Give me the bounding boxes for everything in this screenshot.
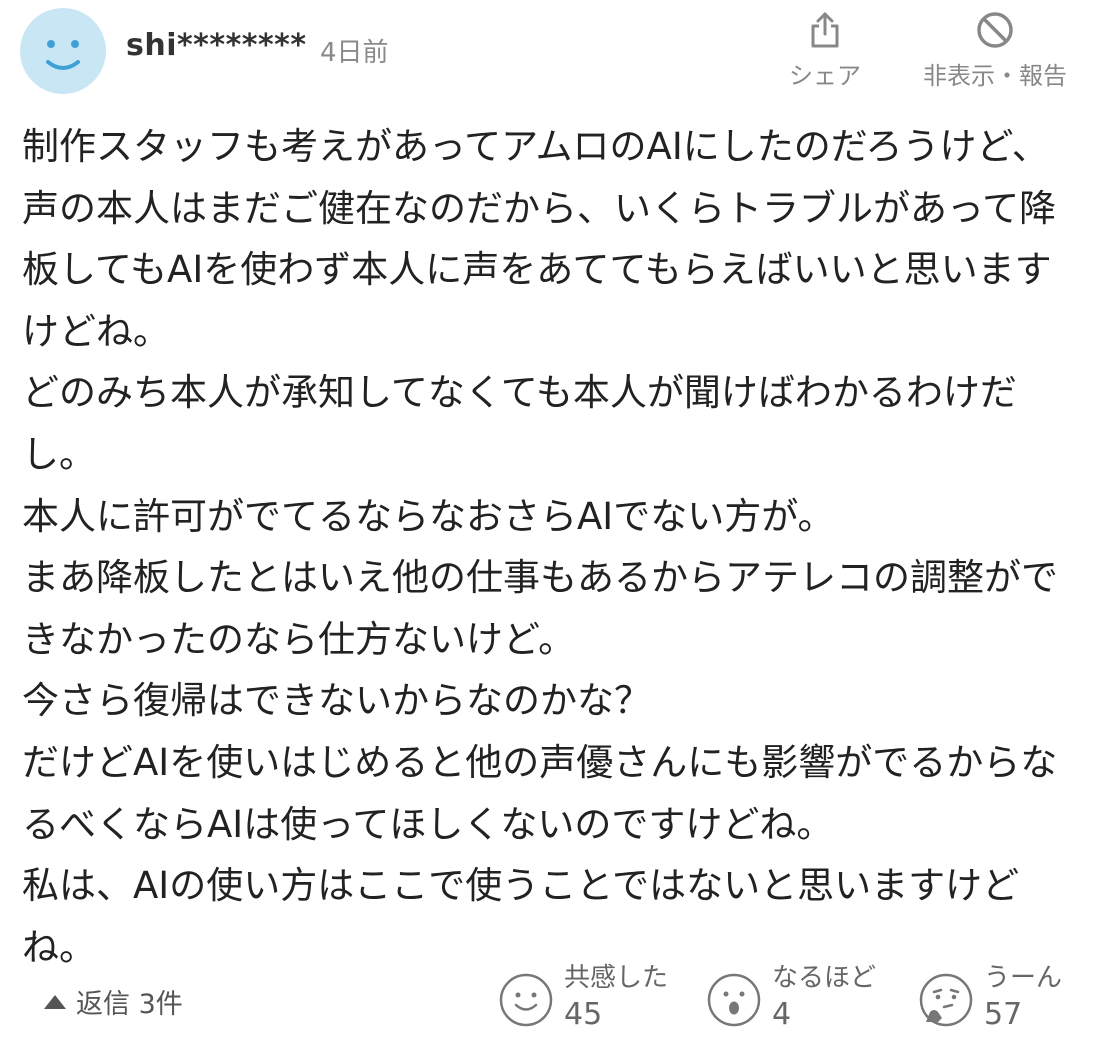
timestamp: 4日前 bbox=[320, 38, 389, 68]
reaction-insightful-button[interactable]: なるほど 4 bbox=[706, 962, 876, 1036]
prohibited-icon bbox=[977, 12, 1013, 48]
comment-body: 制作スタッフも考えがあってアムロのAIにしたのだろうけど、声の本人はまだご健在な… bbox=[22, 125, 1058, 969]
reaction-count: 4 bbox=[772, 997, 792, 1032]
share-icon bbox=[811, 12, 839, 48]
share-button[interactable]: シェア bbox=[780, 10, 870, 91]
triangle-up-icon bbox=[44, 994, 66, 1009]
reaction-label: なるほど bbox=[772, 963, 877, 993]
reaction-hmm-button[interactable]: うーん 57 bbox=[918, 962, 1062, 1036]
reaction-count: 57 bbox=[984, 997, 1023, 1032]
share-label: シェア bbox=[789, 62, 861, 90]
reaction-label: うーん bbox=[984, 963, 1063, 993]
reply-toggle-button[interactable]: 返信 3件 bbox=[44, 982, 183, 1021]
hide-report-label: 非表示・報告 bbox=[923, 62, 1067, 90]
reaction-empathize-button[interactable]: 共感した 45 bbox=[498, 962, 668, 1036]
reply-count-label: 返信 3件 bbox=[76, 989, 183, 1020]
thinking-face-icon bbox=[919, 973, 973, 1027]
hide-report-button[interactable]: 非表示・報告 bbox=[910, 10, 1080, 91]
surprised-face-icon bbox=[707, 973, 761, 1027]
reaction-count: 45 bbox=[564, 997, 603, 1032]
username[interactable]: shi******** bbox=[126, 28, 307, 63]
smiley-avatar-icon bbox=[46, 40, 80, 70]
reaction-label: 共感した bbox=[564, 963, 669, 993]
avatar[interactable] bbox=[20, 8, 106, 94]
smile-face-icon bbox=[499, 973, 553, 1027]
